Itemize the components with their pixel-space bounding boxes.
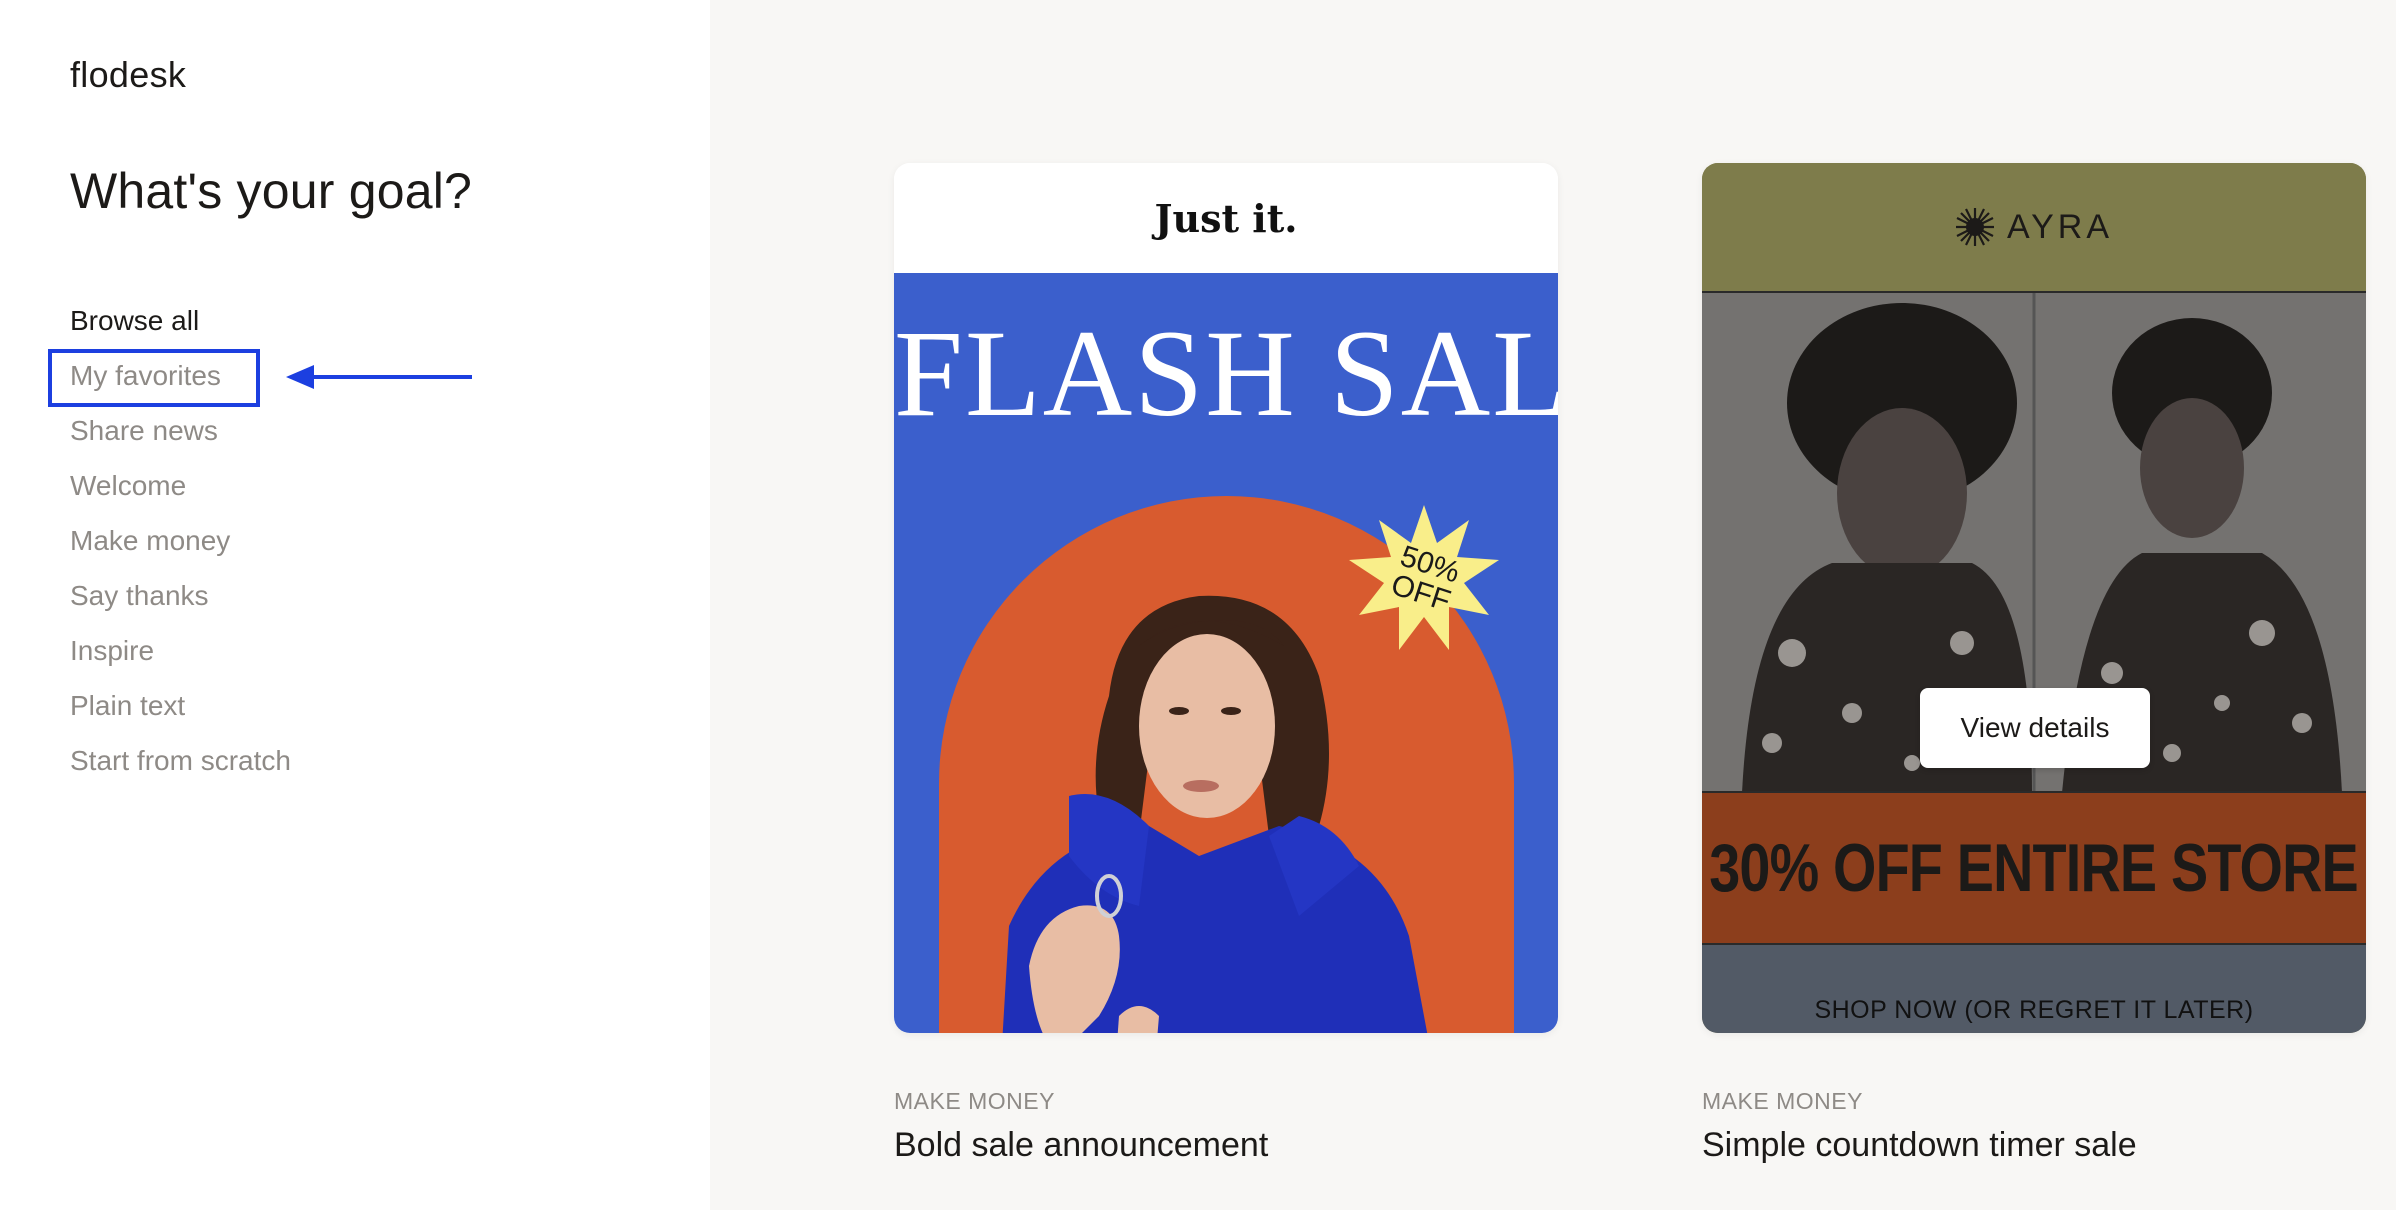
cta-text: SHOP NOW (OR REGRET IT LATER) <box>1814 996 2254 1024</box>
annotation-highlight-box <box>48 349 260 407</box>
flodesk-logo[interactable]: flodesk <box>70 54 186 96</box>
discount-badge: 50% OFF <box>1349 505 1499 650</box>
sidebar-item-start-from-scratch[interactable]: Start from scratch <box>70 738 291 793</box>
template-headline: FLASH SALE <box>894 305 1558 442</box>
view-details-button[interactable]: View details <box>1920 688 2150 768</box>
sidebar-item-browse-all[interactable]: Browse all <box>70 298 291 353</box>
promo-banner: 30% OFF ENTIRE STORE <box>1702 793 2366 945</box>
ayra-logo-icon <box>1955 208 1994 246</box>
sidebar-item-share-news[interactable]: Share news <box>70 408 291 463</box>
template-category: MAKE MONEY <box>1702 1088 1863 1114</box>
page-title: What's your goal? <box>70 163 473 219</box>
template-category: MAKE MONEY <box>894 1088 1055 1114</box>
template-preview-image: FLASH SALE <box>894 273 1558 1033</box>
template-card-bold-sale[interactable]: Just it. FLASH SALE <box>894 163 1558 1033</box>
template-card-countdown-sale[interactable]: AYRA View details 30% OFF ENTIRE STORE S… <box>1702 163 2366 1033</box>
sidebar-item-make-money[interactable]: Make money <box>70 518 291 573</box>
annotation-arrow-icon <box>286 365 472 389</box>
sidebar-item-inspire[interactable]: Inspire <box>70 628 291 683</box>
template-brand: AYRA <box>2006 207 2114 246</box>
template-preview-image: View details <box>1702 293 2366 793</box>
template-header: AYRA <box>1702 163 2366 293</box>
sidebar-item-plain-text[interactable]: Plain text <box>70 683 291 738</box>
sidebar-item-welcome[interactable]: Welcome <box>70 463 291 518</box>
sidebar-item-say-thanks[interactable]: Say thanks <box>70 573 291 628</box>
template-brand: Just it. <box>894 163 1558 273</box>
template-title[interactable]: Bold sale announcement <box>894 1126 1268 1165</box>
sidebar: flodesk What's your goal? Browse all My … <box>0 0 710 1210</box>
promo-text: 30% OFF ENTIRE STORE <box>1709 830 2360 906</box>
template-title[interactable]: Simple countdown timer sale <box>1702 1126 2137 1165</box>
cta-banner: SHOP NOW (OR REGRET IT LATER) <box>1702 945 2366 1033</box>
